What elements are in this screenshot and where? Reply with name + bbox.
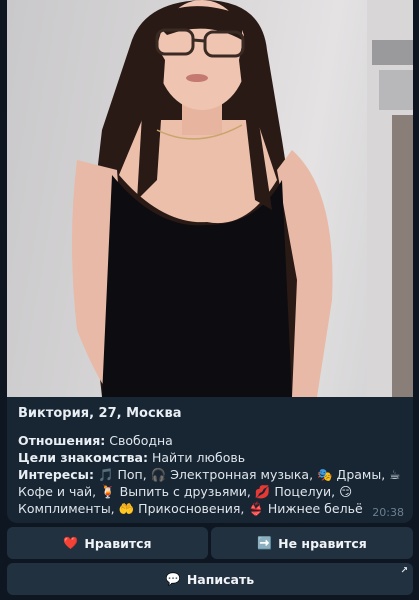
relationship-row: Отношения: Свободна: [18, 432, 408, 449]
arrow-right-icon: ➡️: [257, 536, 273, 550]
dislike-button[interactable]: ➡️ Не нравится: [211, 527, 413, 559]
speech-bubble-icon: 💬: [165, 572, 181, 586]
interests-label: Интересы:: [18, 467, 94, 482]
relationship-label: Отношения:: [18, 433, 106, 448]
heart-icon: ❤️: [63, 536, 79, 550]
profile-photo[interactable]: [7, 0, 413, 397]
profile-title: Виктория, 27, Москва: [18, 406, 182, 421]
interests-row: Интересы: 🎵 Поп, 🎧 Электронная музыка, 🎭…: [18, 466, 408, 517]
profile-photo-illustration: [72, 0, 413, 397]
like-button[interactable]: ❤️ Нравится: [7, 527, 208, 559]
relationship-value: Свободна: [109, 433, 173, 448]
external-link-icon: ↗: [400, 566, 408, 576]
message-timestamp: 20:38: [372, 506, 404, 519]
profile-message-card: Виктория, 27, Москва Отношения: Свободна…: [7, 0, 413, 523]
goal-value: Найти любовь: [151, 450, 246, 465]
profile-description: Виктория, 27, Москва Отношения: Свободна…: [18, 405, 408, 517]
like-button-label: Нравится: [84, 535, 152, 551]
goal-label: Цели знакомства:: [18, 450, 148, 465]
dislike-button-label: Не нравится: [278, 535, 367, 551]
write-button-label: Написать: [186, 571, 255, 587]
write-message-button[interactable]: 💬 Написать ↗: [7, 563, 413, 595]
goal-row: Цели знакомства: Найти любовь: [18, 449, 408, 466]
